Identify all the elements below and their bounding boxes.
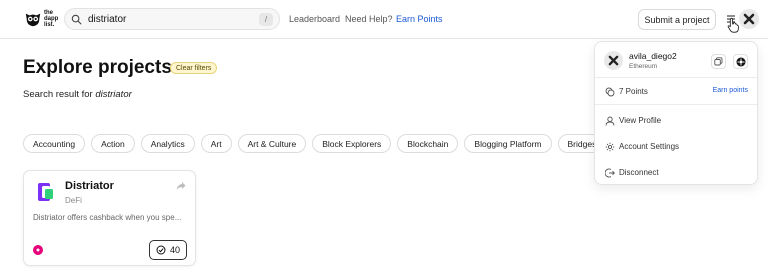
search-shortcut-key: / [259, 12, 273, 26]
account-settings-label: Account Settings [619, 142, 680, 151]
hand-cursor-icon [727, 17, 739, 33]
dropdown-user-section: avila_diego2 Ethereum [595, 42, 757, 78]
dropdown-chain: Ethereum [629, 63, 658, 70]
dropdown-username: avila_diego2 [629, 51, 677, 61]
user-dropdown-menu: avila_diego2 Ethereum 7 Points Earn poin… [594, 41, 758, 185]
upvote-button[interactable]: 40 [149, 240, 187, 260]
search-bar[interactable]: / [64, 8, 280, 30]
category-tag-list: Accounting Action Analytics Art Art & Cu… [23, 134, 644, 153]
search-result-term: distriator [95, 89, 132, 100]
vote-count: 40 [169, 245, 180, 255]
search-result-text: Search result for distriator [23, 89, 132, 100]
project-title[interactable]: Distriator [65, 180, 114, 192]
logout-icon [605, 168, 615, 178]
network-button[interactable] [733, 54, 748, 69]
nav-earn-points-link[interactable]: Earn Points [396, 14, 443, 24]
category-tag[interactable]: Block Explorers [312, 134, 392, 153]
nav-need-help-link[interactable]: Need Help? [345, 14, 393, 24]
category-tag[interactable]: Accounting [23, 134, 86, 153]
share-icon[interactable] [176, 181, 186, 191]
top-navbar: the dapp list. / Leaderboard Need Help? … [0, 0, 768, 39]
avatar-x-icon [608, 55, 619, 66]
view-profile-item[interactable]: View Profile [595, 108, 757, 134]
category-tag[interactable]: Action [91, 134, 135, 153]
category-tag[interactable]: Art [200, 134, 232, 153]
nav-leaderboard-link[interactable]: Leaderboard [289, 14, 340, 24]
project-category: DeFi [65, 196, 82, 205]
earn-points-link[interactable]: Earn points [713, 87, 748, 94]
dapp-list-logo[interactable]: the dapp list. [24, 8, 64, 30]
category-tag[interactable]: Blogging Platform [464, 134, 552, 153]
user-avatar-button[interactable] [739, 9, 759, 29]
disconnect-item[interactable]: Disconnect [595, 160, 757, 186]
dropdown-avatar [604, 51, 623, 70]
project-description: Distriator offers cashback when you spe.… [33, 213, 182, 222]
search-input[interactable] [88, 13, 248, 25]
logo-word: list. [44, 22, 55, 28]
owl-logo-icon [25, 13, 41, 27]
search-icon [71, 14, 82, 24]
account-settings-item[interactable]: Account Settings [595, 134, 757, 160]
disconnect-label: Disconnect [619, 168, 659, 177]
category-tag[interactable]: Analytics [140, 134, 195, 153]
user-icon [605, 116, 615, 126]
category-tag[interactable]: Blockchain [397, 134, 459, 153]
polkadot-chain-icon [33, 245, 43, 255]
points-count: 7 Points [619, 87, 648, 96]
page-title: Explore projects [23, 57, 172, 78]
view-profile-label: View Profile [619, 116, 662, 125]
copy-icon [714, 57, 723, 66]
distriator-logo-icon [38, 183, 53, 201]
logo-wordmark: the dapp list. [44, 10, 58, 28]
gear-icon [605, 142, 615, 152]
network-icon [736, 57, 745, 66]
avatar-x-icon [743, 13, 755, 25]
category-tag[interactable]: Art & Culture [237, 134, 307, 153]
points-icon [605, 87, 615, 97]
copy-address-button[interactable] [711, 54, 726, 69]
clear-filters-chip[interactable]: Clear filters [170, 62, 218, 74]
submit-project-button[interactable]: Submit a project [638, 9, 716, 30]
search-result-prefix: Search result for [23, 89, 93, 100]
project-card[interactable]: Distriator DeFi Distriator offers cashba… [23, 170, 196, 266]
dropdown-points-row: 7 Points Earn points [595, 78, 757, 105]
check-circle-icon [156, 245, 166, 255]
